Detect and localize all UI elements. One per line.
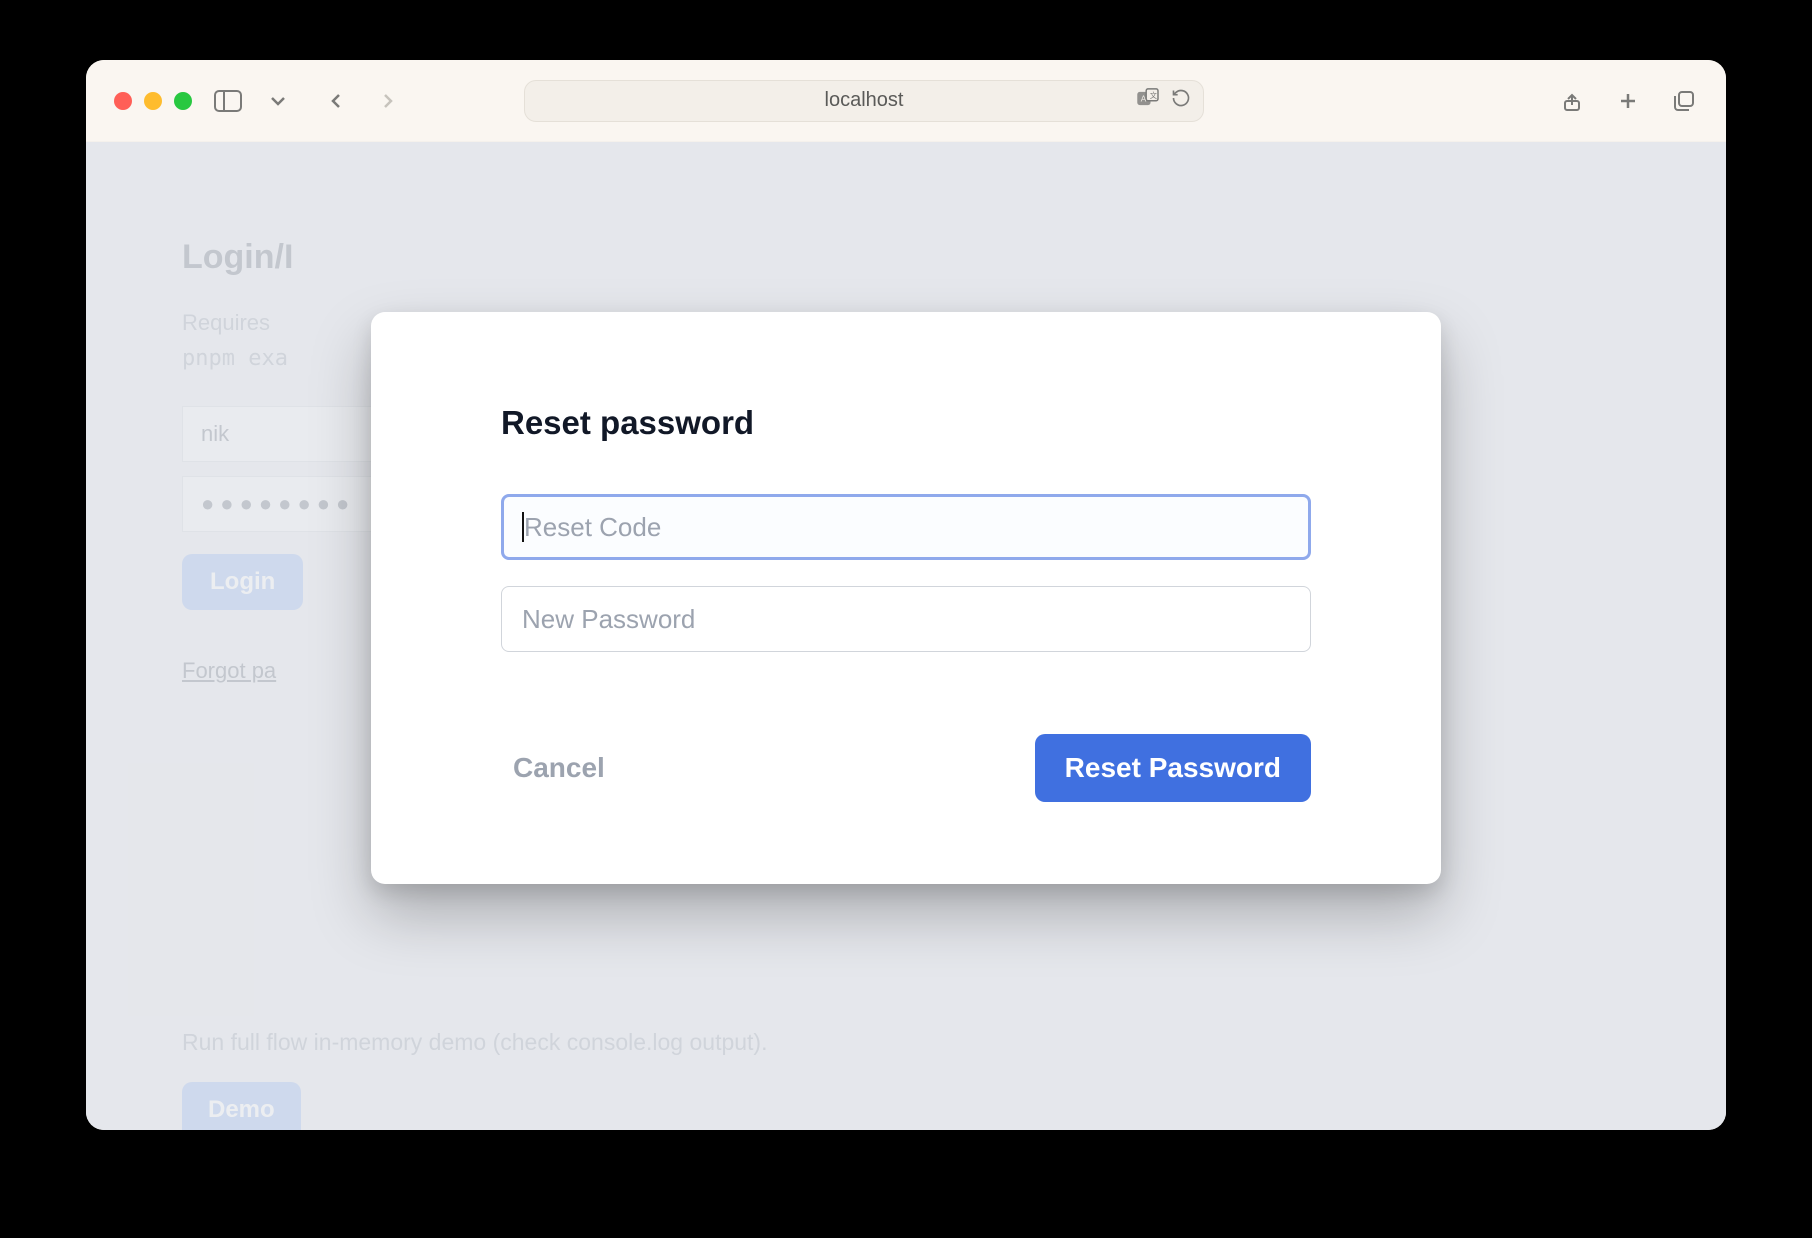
svg-text:文: 文	[1150, 91, 1158, 100]
plus-icon	[1616, 89, 1640, 113]
minimize-window-button[interactable]	[144, 92, 162, 110]
demo-button[interactable]: Demo	[182, 1082, 301, 1130]
browser-chrome: localhost A 文	[86, 60, 1726, 142]
new-tab-button[interactable]	[1614, 87, 1642, 115]
close-window-button[interactable]	[114, 92, 132, 110]
tab-overview-button[interactable]	[1670, 87, 1698, 115]
address-text: localhost	[825, 89, 904, 112]
page-viewport: Login/I Requires pnpm exa ●●●●●●●● Login…	[86, 142, 1726, 1130]
modal-title: Reset password	[501, 404, 1311, 442]
translate-icon[interactable]: A 文	[1137, 88, 1159, 114]
svg-text:A: A	[1141, 94, 1147, 103]
reload-icon[interactable]	[1171, 88, 1191, 114]
share-button[interactable]	[1558, 87, 1586, 115]
page-title: Login/I	[182, 238, 1630, 277]
reset-password-button[interactable]: Reset Password	[1035, 734, 1311, 802]
sidebar-icon	[214, 90, 242, 112]
browser-window: localhost A 文	[86, 60, 1726, 1130]
tabs-icon	[1672, 89, 1696, 113]
reset-password-modal: Reset password Cancel Reset Password	[371, 312, 1441, 884]
tab-dropdown-button[interactable]	[264, 87, 292, 115]
forgot-password-link[interactable]: Forgot pa	[182, 658, 276, 684]
back-button[interactable]	[322, 87, 350, 115]
code-text: pnpm exa	[182, 346, 288, 371]
text-cursor	[522, 512, 524, 542]
chevron-right-icon	[376, 89, 400, 113]
fullscreen-window-button[interactable]	[174, 92, 192, 110]
new-password-input[interactable]	[501, 586, 1311, 652]
demo-section: Run full flow in-memory demo (check cons…	[182, 1029, 767, 1130]
share-icon	[1560, 89, 1584, 113]
demo-description: Run full flow in-memory demo (check cons…	[182, 1029, 767, 1056]
forward-button[interactable]	[374, 87, 402, 115]
address-bar[interactable]: localhost A 文	[524, 80, 1204, 122]
cancel-button[interactable]: Cancel	[501, 738, 617, 798]
sidebar-toggle-button[interactable]	[214, 87, 242, 115]
reset-code-input[interactable]	[501, 494, 1311, 560]
requires-text: Requires	[182, 310, 270, 335]
login-button[interactable]: Login	[182, 554, 303, 610]
chevron-left-icon	[324, 89, 348, 113]
traffic-lights	[114, 92, 192, 110]
chevron-down-icon	[266, 89, 290, 113]
